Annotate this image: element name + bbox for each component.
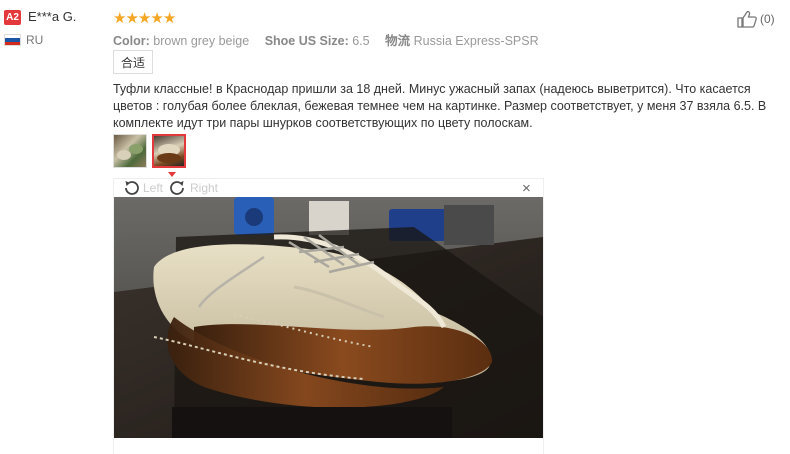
order-attributes: Color: brown grey beige Shoe US Size: 6.… bbox=[113, 30, 551, 49]
attr-size-value: 6.5 bbox=[352, 34, 370, 48]
review-photo-thumbnail-selected[interactable] bbox=[152, 134, 186, 168]
russia-flag-icon bbox=[4, 34, 21, 46]
review-text: Туфли классные! в Краснодар пришли за 18… bbox=[113, 82, 767, 130]
rotate-right-icon bbox=[170, 181, 184, 195]
reviewer-country: RU bbox=[26, 33, 44, 47]
review-photo-thumbnail[interactable] bbox=[113, 134, 147, 168]
star-icon: ★ bbox=[113, 10, 126, 27]
rotate-right-button[interactable]: Right bbox=[169, 180, 218, 196]
rotate-left-button[interactable]: Left bbox=[122, 180, 163, 196]
rotate-right-label: Right bbox=[190, 181, 219, 195]
rotate-left-icon bbox=[125, 181, 139, 195]
star-icon: ★ bbox=[162, 10, 176, 27]
close-viewer-button[interactable]: × bbox=[522, 181, 531, 196]
star-icon: ★ bbox=[125, 10, 138, 27]
rotate-left-label: Left bbox=[143, 181, 164, 195]
rating-stars: ★★★★★ bbox=[113, 9, 176, 27]
fit-tag-button[interactable]: 合适 bbox=[113, 50, 153, 74]
attr-color-key: Color: bbox=[113, 34, 150, 48]
thumbs-up-icon bbox=[737, 10, 757, 28]
reviewer-name: E***a G. bbox=[28, 9, 77, 24]
review-photo-large bbox=[114, 197, 543, 438]
like-button[interactable]: (0) bbox=[737, 10, 775, 28]
star-icon: ★ bbox=[150, 10, 163, 27]
attr-size-key: Shoe US Size: bbox=[264, 34, 349, 48]
attr-color-value: brown grey beige bbox=[153, 34, 250, 48]
like-count: (0) bbox=[760, 12, 775, 26]
selected-thumbnail-indicator bbox=[168, 172, 176, 177]
star-icon: ★ bbox=[137, 10, 151, 27]
attr-logistics-value: Russia Express-SPSR bbox=[413, 34, 539, 48]
member-level-badge: A2 bbox=[4, 10, 21, 25]
attr-logistics-key: 物流 bbox=[385, 34, 411, 48]
